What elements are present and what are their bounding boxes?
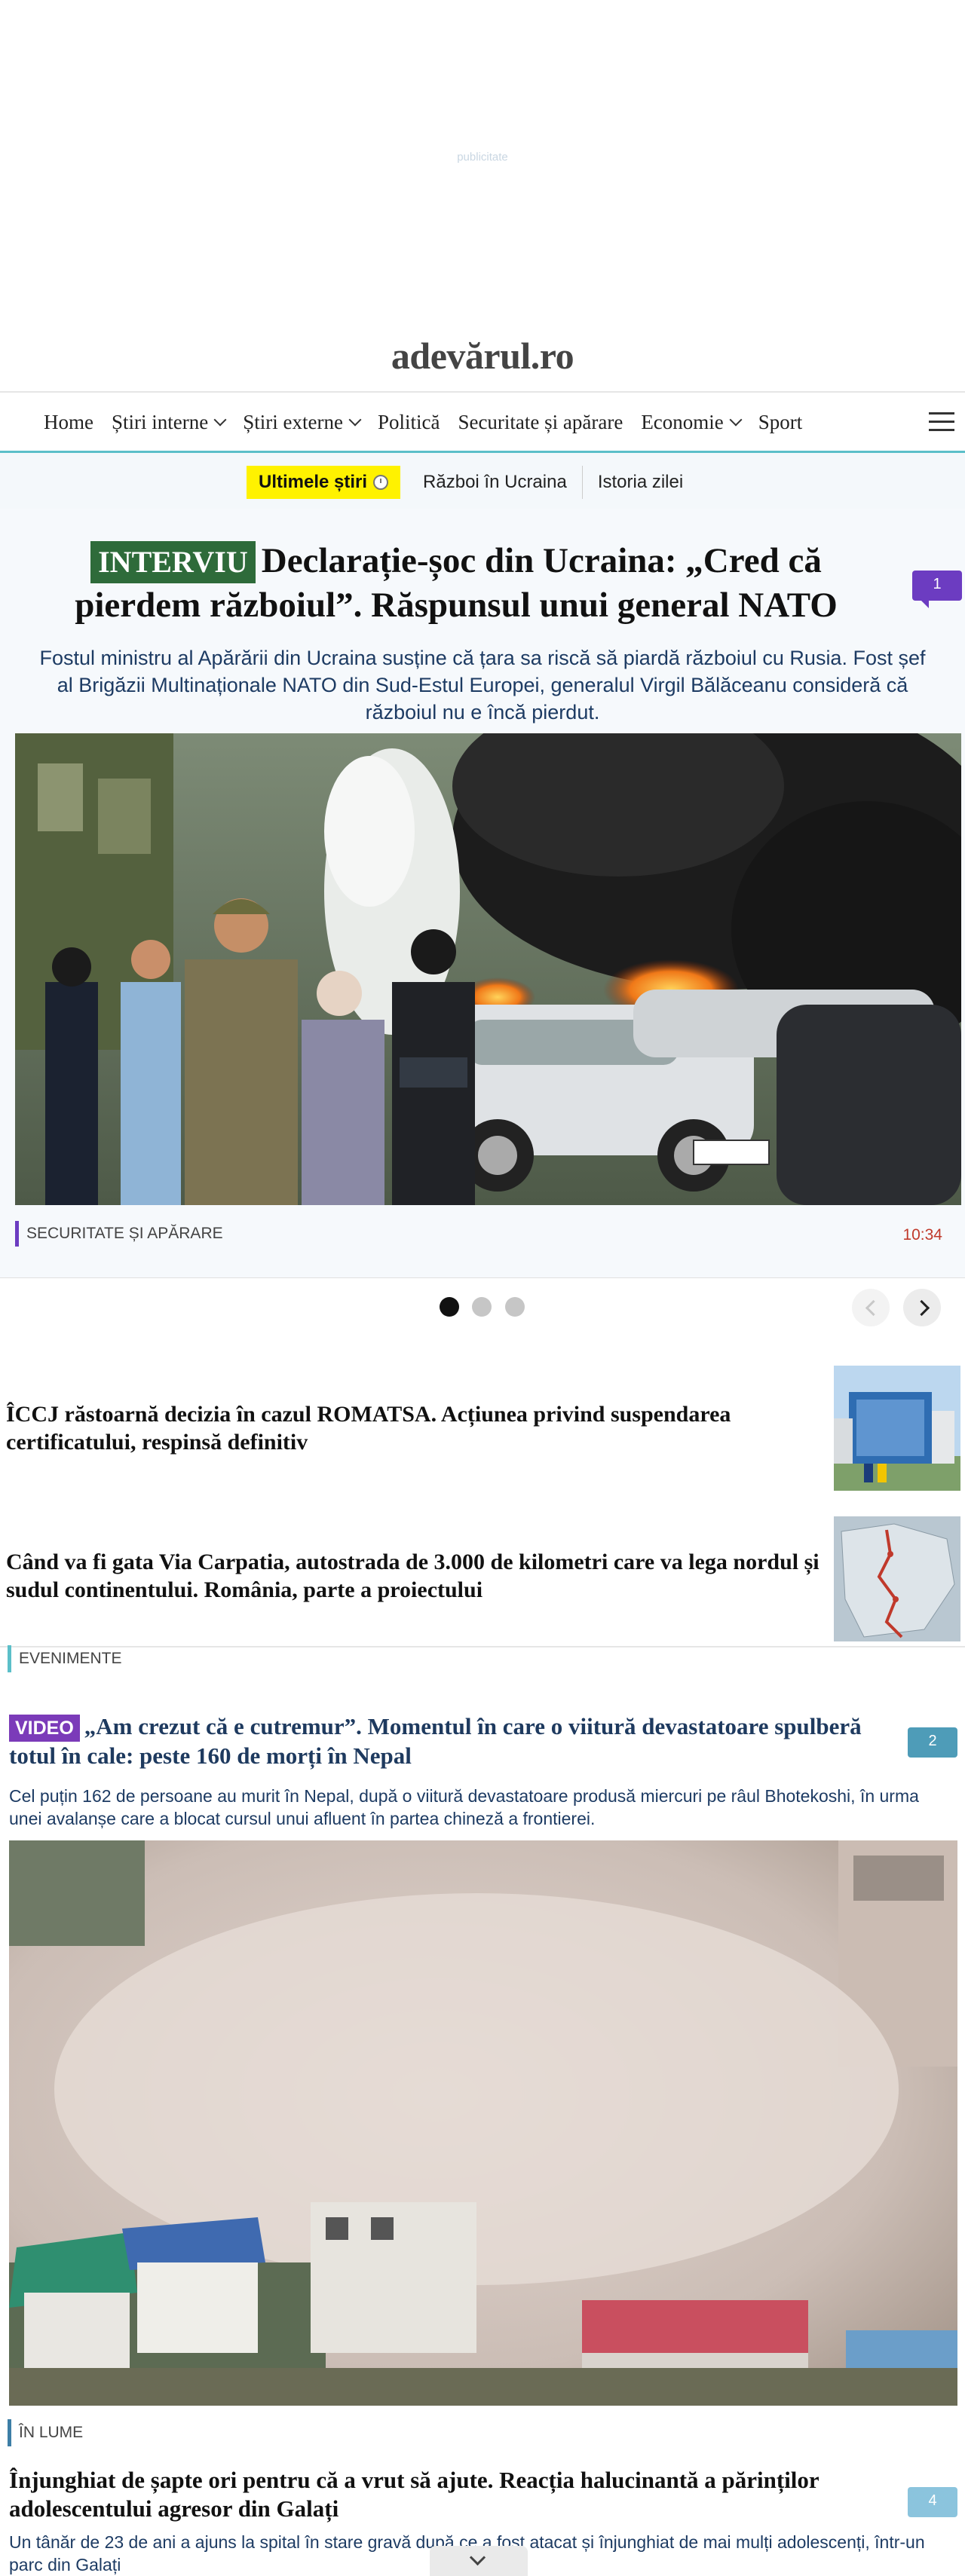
chevron-down-icon [469,2549,486,2566]
nav-item-label: Politică [377,411,440,433]
list-item[interactable]: ÎCCJ răstoarnă decizia în cazul ROMATSA.… [0,1361,965,1500]
interview-tag: INTERVIU [90,541,256,583]
comments-badge[interactable]: 2 [908,1727,957,1765]
site-header: adevărul.ro [0,320,965,392]
article-title-text: „Am crezut că e cutremur”. Momentul în c… [9,1713,862,1769]
article-lead: Cel puțin 162 de persoane au murit în Ne… [9,1786,919,1828]
nav-item-label: Știri interne [111,411,209,433]
main-nav: Home Știri interne Știri externe Politică Se… [0,391,965,453]
carousel-dot-2[interactable] [472,1297,492,1317]
nav-item[interactable]: Securitate și apărare [458,411,623,434]
nav-item[interactable]: Știri interne [111,411,227,434]
hero-category[interactable]: SECURITATE ȘI APĂRARE [15,1221,223,1247]
category-label[interactable]: EVENIMENTE [8,1645,122,1672]
video-tag: VIDEO [9,1715,80,1742]
ad-slot: publicitate [0,0,965,320]
clock-icon [373,475,389,490]
comments-badge[interactable]: 1 [912,571,962,608]
hero-headline[interactable]: INTERVIU Declarație-șoc din Ucraina: „Cre… [30,539,882,627]
scroll-down-button[interactable] [430,2546,528,2576]
news-title[interactable]: ÎCCJ răstoarnă decizia în cazul ROMATSA.… [6,1400,820,1456]
comments-badge[interactable]: 4 [908,2487,957,2525]
hero-time: 10:34 [902,1226,942,1244]
news-thumbnail[interactable] [834,1516,960,1641]
chevron-left-icon [865,1299,882,1317]
chevron-right-icon [913,1299,930,1317]
hero-slide[interactable]: INTERVIU Declarație-șoc din Ucraina: „Cre… [0,509,965,1277]
hero-image[interactable] [15,733,961,1205]
chevron-down-icon [729,413,743,426]
nav-item[interactable]: Sport [758,411,803,434]
carousel-dot-3[interactable] [505,1297,525,1317]
hero-lead: Fostul ministru al Apărării din Ucraina … [39,647,926,724]
chevron-down-icon [348,413,362,426]
news-title[interactable]: Când va fi gata Via Carpatia, autostrada… [6,1548,820,1604]
nav-item-label: Securitate și apărare [458,411,623,433]
secondary-nav: Ultimele știri Război în Ucraina Istoria… [0,453,965,509]
chevron-down-icon [213,413,227,426]
ad-label: publicitate [457,151,508,164]
news-thumbnail[interactable] [834,1366,960,1491]
carousel-controls [0,1277,965,1346]
article-headline[interactable]: Înjunghiat de șapte ori pentru că a vrut… [9,2466,876,2523]
nav-item[interactable]: Știri externe [243,411,362,434]
carousel-prev-button[interactable] [852,1289,890,1326]
subnav-link-war[interactable]: Război în Ucraina [408,466,582,499]
nav-item[interactable]: Home [44,411,93,434]
list-item[interactable]: Când va fi gata Via Carpatia, autostrada… [0,1498,965,1647]
nav-item[interactable]: Politică [378,411,440,434]
nav-item-label: Home [44,411,93,433]
carousel-dot-1[interactable] [440,1297,459,1317]
category-label[interactable]: ÎN LUME [8,2419,83,2446]
nav-items: Home Știri interne Știri externe Politică Se… [44,411,802,434]
nav-item[interactable]: Economie [641,411,743,434]
latest-news-label: Ultimele știri [259,472,368,492]
subnav-link-history[interactable]: Istoria zilei [581,466,698,499]
site-logo[interactable]: adevărul.ro [0,334,965,378]
menu-hamburger-icon[interactable] [929,412,954,433]
carousel-next-button[interactable] [903,1289,941,1326]
article-image[interactable] [9,1840,957,2406]
nav-item-label: Economie [641,411,724,433]
nav-item-label: Sport [758,411,803,433]
latest-news-button[interactable]: Ultimele știri [247,466,401,499]
nav-item-label: Știri externe [243,411,343,433]
article-headline[interactable]: VIDEO „Am crezut că e cutremur”. Momentul… [9,1712,876,1770]
